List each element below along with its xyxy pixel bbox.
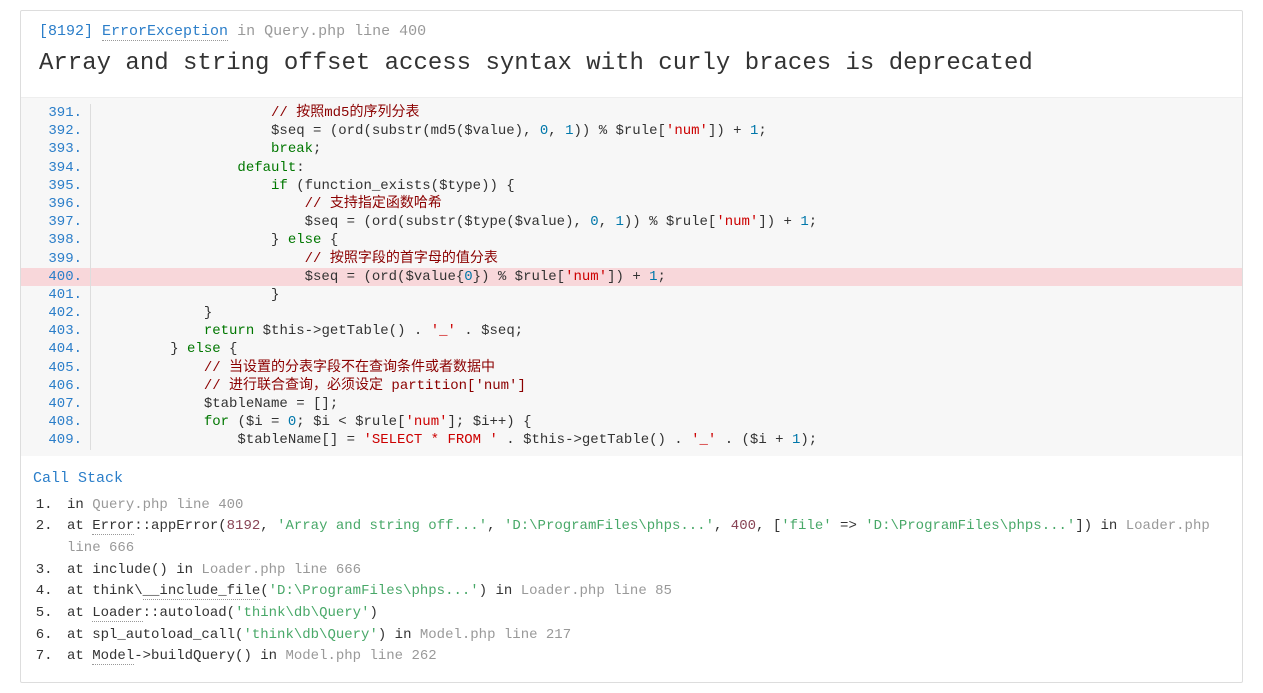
code-line: 405. // 当设置的分表字段不在查询条件或者数据中 [21, 359, 1242, 377]
code-line: 401. } [21, 286, 1242, 304]
code-line: 406. // 进行联合查询，必须设定 partition['num'] [21, 377, 1242, 395]
code-content: $seq = (ord(substr($type($value), 0, 1))… [103, 213, 1242, 231]
code-content: // 按照字段的首字母的值分表 [103, 250, 1242, 268]
code-content: // 进行联合查询，必须设定 partition['num'] [103, 377, 1242, 395]
stack-frame: at Model->buildQuery() in Model.php line… [61, 646, 1224, 668]
line-number: 407. [21, 395, 91, 413]
line-number: 401. [21, 286, 91, 304]
stack-frame: at Error::appError(8192, 'Array and stri… [61, 516, 1224, 559]
in-word: in [237, 23, 255, 40]
code-content: $seq = (ord(substr(md5($value), 0, 1)) %… [103, 122, 1242, 140]
code-content: } [103, 286, 1242, 304]
stack-frame: at Loader::autoload('think\db\Query') [61, 603, 1224, 625]
code-line: 392. $seq = (ord(substr(md5($value), 0, … [21, 122, 1242, 140]
line-number: 394. [21, 159, 91, 177]
code-content: break; [103, 140, 1242, 158]
code-line: 399. // 按照字段的首字母的值分表 [21, 250, 1242, 268]
code-content: $tableName[] = 'SELECT * FROM ' . $this-… [103, 431, 1242, 449]
stack-frame: at think\__include_file('D:\ProgramFiles… [61, 581, 1224, 603]
code-content: // 按照md5的序列分表 [103, 104, 1242, 122]
error-class[interactable]: ErrorException [102, 23, 228, 41]
line-number: 405. [21, 359, 91, 377]
code-content: } else { [103, 231, 1242, 249]
call-stack-title: Call Stack [21, 456, 1242, 495]
code-line: 400. $seq = (ord($value{0}) % $rule['num… [21, 268, 1242, 286]
error-message: Array and string offset access syntax wi… [39, 50, 1224, 77]
line-number: 395. [21, 177, 91, 195]
error-page: [8192] ErrorException in Query.php line … [20, 10, 1243, 683]
line-number: 393. [21, 140, 91, 158]
source-code-block: 391. // 按照md5的序列分表392. $seq = (ord(subst… [21, 97, 1242, 456]
line-number: 392. [21, 122, 91, 140]
code-content: } [103, 304, 1242, 322]
line-number: 404. [21, 340, 91, 358]
code-content: $seq = (ord($value{0}) % $rule['num']) +… [103, 268, 1242, 286]
line-number: 409. [21, 431, 91, 449]
file-location: Query.php line 400 [264, 23, 426, 40]
call-stack: in Query.php line 400at Error::appError(… [21, 495, 1242, 683]
code-line: 403. return $this->getTable() . '_' . $s… [21, 322, 1242, 340]
code-line: 407. $tableName = []; [21, 395, 1242, 413]
code-content: return $this->getTable() . '_' . $seq; [103, 322, 1242, 340]
stack-frame: at spl_autoload_call('think\db\Query') i… [61, 625, 1224, 647]
line-number: 408. [21, 413, 91, 431]
code-line: 402. } [21, 304, 1242, 322]
line-number: 399. [21, 250, 91, 268]
code-content: // 支持指定函数哈希 [103, 195, 1242, 213]
code-line: 398. } else { [21, 231, 1242, 249]
code-line: 391. // 按照md5的序列分表 [21, 104, 1242, 122]
line-number: 400. [21, 268, 91, 286]
error-meta: [8192] ErrorException in Query.php line … [39, 23, 1224, 40]
error-code: [8192] [39, 23, 93, 40]
line-number: 391. [21, 104, 91, 122]
error-header: [8192] ErrorException in Query.php line … [21, 11, 1242, 97]
code-content: for ($i = 0; $i < $rule['num']; $i++) { [103, 413, 1242, 431]
stack-frame: in Query.php line 400 [61, 495, 1224, 517]
code-line: 396. // 支持指定函数哈希 [21, 195, 1242, 213]
code-line: 395. if (function_exists($type)) { [21, 177, 1242, 195]
code-content: if (function_exists($type)) { [103, 177, 1242, 195]
line-number: 406. [21, 377, 91, 395]
code-line: 397. $seq = (ord(substr($type($value), 0… [21, 213, 1242, 231]
code-line: 394. default: [21, 159, 1242, 177]
line-number: 402. [21, 304, 91, 322]
code-content: default: [103, 159, 1242, 177]
code-line: 404. } else { [21, 340, 1242, 358]
code-line: 409. $tableName[] = 'SELECT * FROM ' . $… [21, 431, 1242, 449]
code-content: // 当设置的分表字段不在查询条件或者数据中 [103, 359, 1242, 377]
line-number: 398. [21, 231, 91, 249]
code-content: $tableName = []; [103, 395, 1242, 413]
code-line: 393. break; [21, 140, 1242, 158]
code-line: 408. for ($i = 0; $i < $rule['num']; $i+… [21, 413, 1242, 431]
code-content: } else { [103, 340, 1242, 358]
stack-frame: at include() in Loader.php line 666 [61, 560, 1224, 582]
line-number: 403. [21, 322, 91, 340]
line-number: 397. [21, 213, 91, 231]
line-number: 396. [21, 195, 91, 213]
